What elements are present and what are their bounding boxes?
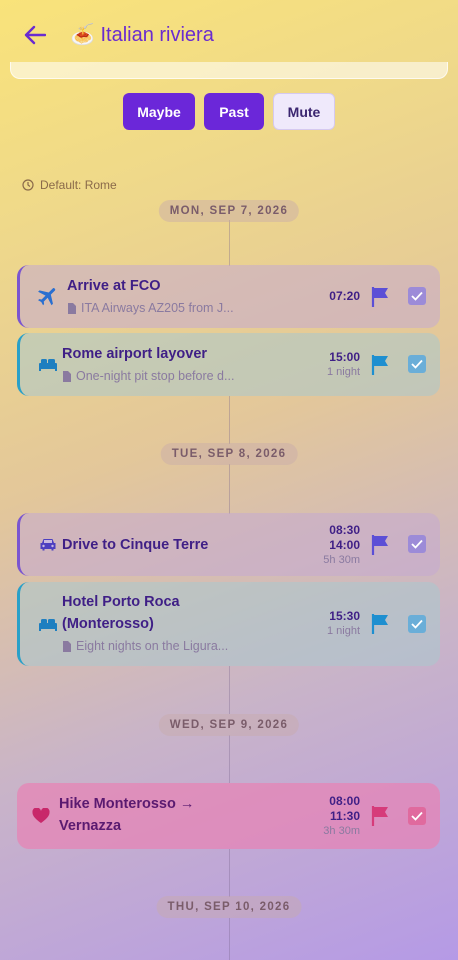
event-title: Hike Monterosso → Vernazza bbox=[59, 796, 195, 834]
check-icon bbox=[411, 811, 423, 821]
timeline-line bbox=[229, 396, 230, 444]
flag-icon[interactable] bbox=[370, 354, 390, 376]
check-icon bbox=[411, 291, 423, 301]
document-icon bbox=[63, 370, 71, 382]
app-header: 🍝 Italian riviera bbox=[0, 0, 458, 70]
event-card[interactable]: Hotel Porto Roca (Monterosso) Eight nigh… bbox=[17, 582, 440, 666]
timeline-line bbox=[229, 464, 230, 514]
day-header: THU, SEP 10, 2026 bbox=[156, 896, 302, 918]
filter-mute-button[interactable]: Mute bbox=[273, 93, 335, 130]
flag-icon[interactable] bbox=[370, 805, 390, 827]
bed-icon bbox=[36, 612, 60, 636]
event-checkbox[interactable] bbox=[408, 615, 426, 633]
check-icon bbox=[411, 539, 423, 549]
event-time: 08:30 14:00 5h 30m bbox=[323, 523, 360, 566]
timeline-line bbox=[229, 666, 230, 714]
event-card[interactable]: Drive to Cinque Terre 08:30 14:00 5h 30m bbox=[17, 513, 440, 576]
default-timezone: Default: Rome bbox=[22, 178, 117, 192]
event-title: Rome airport layover bbox=[62, 346, 208, 362]
event-time: 15:00 1 night bbox=[326, 350, 360, 378]
event-subtitle: Eight nights on the Ligura... bbox=[62, 639, 232, 653]
event-checkbox[interactable] bbox=[408, 355, 426, 373]
timeline-line bbox=[229, 849, 230, 897]
page-title: 🍝 Italian riviera bbox=[70, 24, 214, 46]
filter-bar: Maybe Past Mute bbox=[0, 93, 458, 130]
clock-icon bbox=[22, 179, 34, 191]
flag-icon[interactable] bbox=[370, 534, 390, 556]
airplane-icon bbox=[36, 284, 60, 308]
event-time: 15:30 1 night bbox=[326, 609, 360, 637]
check-icon bbox=[411, 359, 423, 369]
filter-past-button[interactable]: Past bbox=[204, 93, 264, 130]
event-card[interactable]: Rome airport layover One-night pit stop … bbox=[17, 333, 440, 396]
document-icon bbox=[68, 302, 76, 314]
bed-icon bbox=[36, 352, 60, 376]
event-title: Drive to Cinque Terre bbox=[62, 537, 209, 553]
car-icon bbox=[36, 532, 60, 556]
day-header: WED, SEP 9, 2026 bbox=[158, 714, 300, 736]
event-title: Hotel Porto Roca (Monterosso) bbox=[62, 594, 180, 632]
timeline-line bbox=[229, 220, 230, 266]
event-subtitle: ITA Airways AZ205 from J... bbox=[67, 301, 257, 315]
collapsed-panel bbox=[10, 62, 448, 79]
timeline-line bbox=[229, 918, 230, 960]
event-time: 08:00 11:30 3h 30m bbox=[323, 794, 360, 837]
heart-icon bbox=[29, 804, 53, 828]
event-checkbox[interactable] bbox=[408, 287, 426, 305]
flag-icon[interactable] bbox=[370, 613, 390, 635]
event-title: Arrive at FCO bbox=[67, 278, 161, 294]
event-checkbox[interactable] bbox=[408, 535, 426, 553]
document-icon bbox=[63, 640, 71, 652]
filter-maybe-button[interactable]: Maybe bbox=[123, 93, 195, 130]
event-checkbox[interactable] bbox=[408, 807, 426, 825]
default-timezone-label: Default: Rome bbox=[40, 178, 117, 192]
timeline-line bbox=[229, 735, 230, 783]
event-card[interactable]: Arrive at FCO ITA Airways AZ205 from J..… bbox=[17, 265, 440, 328]
arrow-left-icon bbox=[24, 25, 46, 45]
day-header: MON, SEP 7, 2026 bbox=[158, 200, 300, 222]
day-header: TUE, SEP 8, 2026 bbox=[160, 443, 298, 465]
check-icon bbox=[411, 619, 423, 629]
flag-icon[interactable] bbox=[370, 286, 390, 308]
event-subtitle: One-night pit stop before d... bbox=[62, 369, 262, 383]
event-card[interactable]: Hike Monterosso → Vernazza 08:00 11:30 3… bbox=[17, 783, 440, 849]
event-time: 07:20 bbox=[329, 289, 360, 303]
back-button[interactable] bbox=[22, 22, 48, 48]
